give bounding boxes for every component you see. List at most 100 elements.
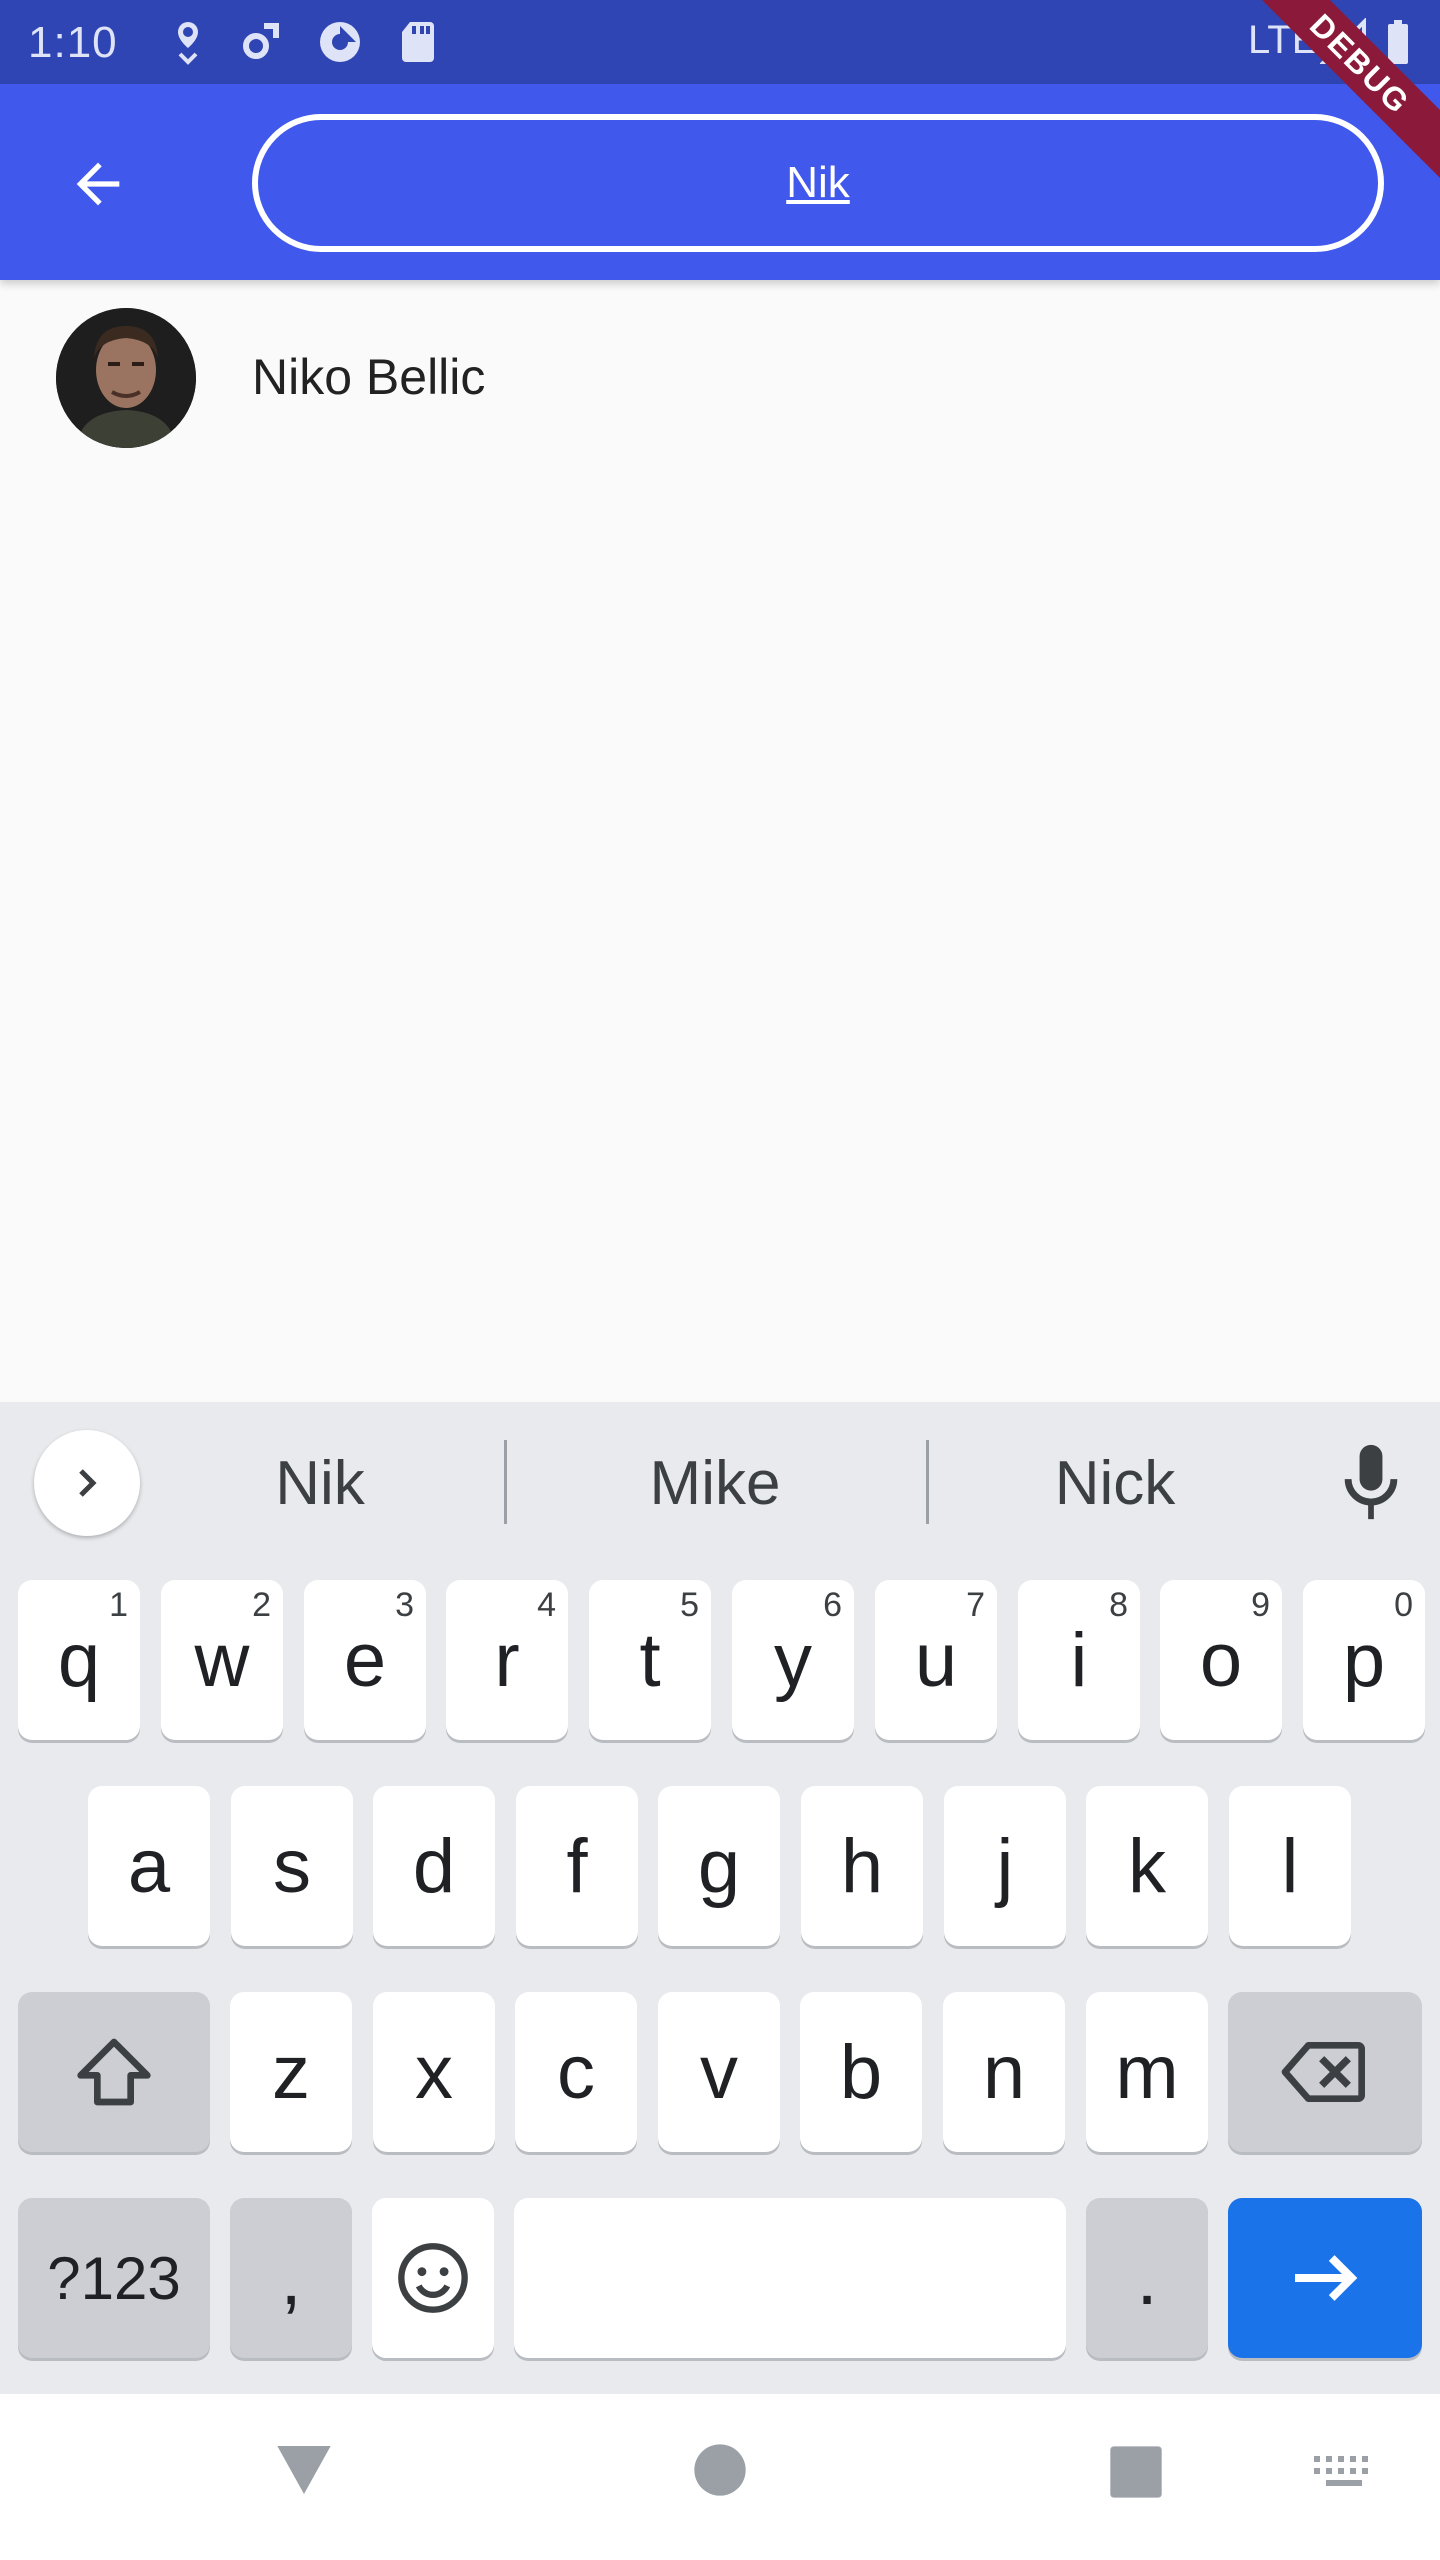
key-label: q bbox=[57, 1617, 101, 1703]
key-label: f bbox=[566, 1823, 588, 1909]
key-label: u bbox=[914, 1617, 958, 1703]
period-key[interactable]: . bbox=[1086, 2198, 1208, 2358]
avatar bbox=[56, 308, 196, 448]
key-c[interactable]: c bbox=[515, 1992, 637, 2152]
key-y[interactable]: y6 bbox=[732, 1580, 854, 1740]
key-label: r bbox=[494, 1617, 520, 1703]
key-label: i bbox=[1070, 1617, 1088, 1703]
key-w[interactable]: w2 bbox=[161, 1580, 283, 1740]
key-label: w bbox=[194, 1617, 250, 1703]
key-h[interactable]: h bbox=[801, 1786, 923, 1946]
key-l[interactable]: l bbox=[1229, 1786, 1351, 1946]
key-hint: 8 bbox=[1109, 1586, 1128, 1624]
emoji-key[interactable] bbox=[372, 2198, 494, 2358]
shift-key[interactable] bbox=[18, 1992, 210, 2152]
search-field[interactable] bbox=[252, 114, 1384, 252]
key-v[interactable]: v bbox=[658, 1992, 780, 2152]
key-label: j bbox=[996, 1823, 1014, 1909]
navigation-bar bbox=[0, 2394, 1440, 2560]
symbols-key[interactable]: ?123 bbox=[18, 2198, 210, 2358]
key-b[interactable]: b bbox=[800, 1992, 922, 2152]
key-o[interactable]: o9 bbox=[1160, 1580, 1282, 1740]
result-list-item[interactable]: Niko Bellic bbox=[0, 280, 1440, 476]
key-label: l bbox=[1281, 1823, 1299, 1909]
key-label: a bbox=[127, 1823, 171, 1909]
key-r[interactable]: r4 bbox=[446, 1580, 568, 1740]
key-z[interactable]: z bbox=[230, 1992, 352, 2152]
space-key[interactable] bbox=[514, 2198, 1066, 2358]
soft-keyboard: Nik Mike Nick ?123 , . q 1 w 2 e 3 r 4 t… bbox=[0, 1402, 1440, 2394]
key-g[interactable]: g bbox=[658, 1786, 780, 1946]
arrow-right-icon bbox=[1295, 2255, 1358, 2301]
key-label: s bbox=[273, 1823, 311, 1909]
go-key[interactable] bbox=[1228, 2198, 1422, 2358]
avatar-portrait bbox=[56, 308, 196, 448]
key-s[interactable]: s bbox=[231, 1786, 353, 1946]
suggestion-3[interactable]: Nick bbox=[1030, 1448, 1200, 1519]
key-label: t bbox=[639, 1617, 661, 1703]
key-m[interactable]: m bbox=[1086, 1992, 1208, 2152]
key-hint: 9 bbox=[1251, 1586, 1270, 1624]
key-e[interactable]: e3 bbox=[304, 1580, 426, 1740]
key-label: n bbox=[982, 2029, 1026, 2115]
key-hint: 4 bbox=[537, 1586, 556, 1624]
chevron-right-icon bbox=[79, 1469, 97, 1497]
key-i[interactable]: i8 bbox=[1018, 1580, 1140, 1740]
key-u[interactable]: u7 bbox=[875, 1580, 997, 1740]
key-f[interactable]: f bbox=[516, 1786, 638, 1946]
key-label: o bbox=[1199, 1617, 1243, 1703]
key-hint: 1 bbox=[109, 1586, 128, 1624]
suggestion-divider bbox=[504, 1440, 507, 1524]
key-k[interactable]: k bbox=[1086, 1786, 1208, 1946]
app-bar bbox=[0, 84, 1440, 280]
backspace-key[interactable] bbox=[1228, 1992, 1422, 2152]
key-label: g bbox=[697, 1823, 741, 1909]
key-label: h bbox=[840, 1823, 884, 1909]
suggestion-strip: Nik Mike Nick bbox=[0, 1402, 1440, 1562]
key-label: k bbox=[1128, 1823, 1166, 1909]
back-button[interactable] bbox=[48, 134, 148, 234]
data-saver-icon bbox=[320, 22, 360, 62]
key-hint: 7 bbox=[966, 1586, 985, 1624]
location-heart-icon bbox=[178, 22, 198, 65]
comma-key[interactable]: , bbox=[230, 2198, 352, 2358]
home-circle-icon[interactable] bbox=[692, 2442, 748, 2498]
status-bar: 1:10 LTE bbox=[0, 0, 1440, 84]
shift-arrow-icon bbox=[77, 2038, 151, 2106]
search-input[interactable] bbox=[314, 158, 1322, 208]
back-triangle-icon[interactable] bbox=[272, 2440, 336, 2500]
key-a[interactable]: a bbox=[88, 1786, 210, 1946]
key-t[interactable]: t5 bbox=[589, 1580, 711, 1740]
recents-square-icon[interactable] bbox=[1108, 2444, 1164, 2500]
sd-card-icon bbox=[402, 22, 434, 62]
key-x[interactable]: x bbox=[373, 1992, 495, 2152]
key-label: z bbox=[272, 2029, 310, 2115]
backspace-icon bbox=[1281, 2042, 1365, 2102]
emoji-smile-icon bbox=[398, 2243, 468, 2313]
key-label: m bbox=[1115, 2029, 1179, 2115]
microphone-icon[interactable] bbox=[1336, 1442, 1406, 1522]
key-hint: 2 bbox=[252, 1586, 271, 1624]
key-d[interactable]: d bbox=[373, 1786, 495, 1946]
key-label: c bbox=[557, 2029, 595, 2115]
result-name: Niko Bellic bbox=[252, 349, 486, 405]
key-n[interactable]: n bbox=[943, 1992, 1065, 2152]
key-hint: 0 bbox=[1394, 1586, 1413, 1624]
key-label: x bbox=[415, 2029, 453, 2115]
keyboard-switch-icon[interactable] bbox=[1312, 2454, 1376, 2494]
suggestion-2[interactable]: Mike bbox=[620, 1448, 810, 1519]
key-q[interactable]: q1 bbox=[18, 1580, 140, 1740]
suggestion-1[interactable]: Nik bbox=[250, 1448, 390, 1519]
suggestion-divider bbox=[926, 1440, 929, 1524]
key-p[interactable]: p0 bbox=[1303, 1580, 1425, 1740]
key-label: y bbox=[774, 1617, 812, 1703]
settings-sync-icon bbox=[243, 23, 279, 59]
status-time: 1:10 bbox=[28, 18, 118, 67]
key-hint: 5 bbox=[680, 1586, 699, 1624]
key-hint: 6 bbox=[823, 1586, 842, 1624]
key-j[interactable]: j bbox=[944, 1786, 1066, 1946]
key-label: d bbox=[412, 1823, 456, 1909]
expand-suggestions-button[interactable] bbox=[34, 1430, 140, 1536]
key-label: p bbox=[1342, 1617, 1386, 1703]
key-label: v bbox=[700, 2029, 738, 2115]
